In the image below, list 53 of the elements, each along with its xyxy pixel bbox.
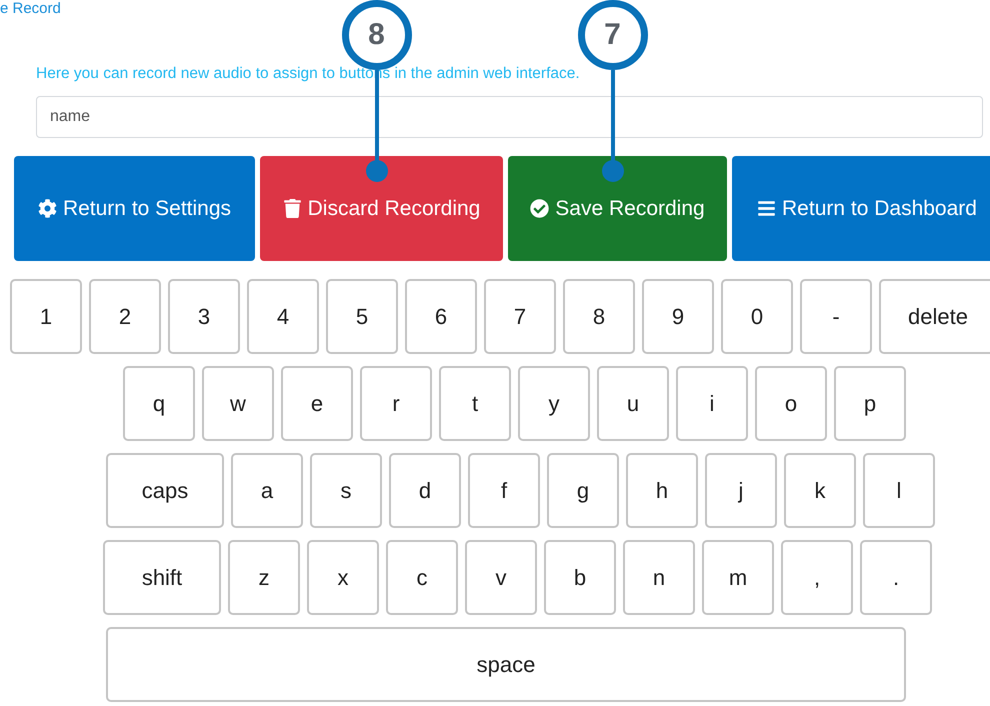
dashboard-button[interactable]: Return to Dashboard xyxy=(732,156,990,261)
name-field[interactable]: name xyxy=(36,96,983,138)
keyboard-key[interactable]: c xyxy=(386,540,458,615)
keyboard-key[interactable]: 3 xyxy=(168,279,240,354)
keyboard-key[interactable]: e xyxy=(281,366,353,441)
keyboard-key[interactable]: 6 xyxy=(405,279,477,354)
keyboard-key[interactable]: s xyxy=(310,453,382,528)
keyboard-key[interactable]: space xyxy=(106,627,906,702)
keyboard-key[interactable]: v xyxy=(465,540,537,615)
keyboard-key[interactable]: 9 xyxy=(642,279,714,354)
keyboard-key[interactable]: 0 xyxy=(721,279,793,354)
keyboard-key[interactable]: g xyxy=(547,453,619,528)
keyboard-key[interactable]: l xyxy=(863,453,935,528)
keyboard-key[interactable]: u xyxy=(597,366,669,441)
keyboard-key[interactable]: 8 xyxy=(563,279,635,354)
callout-marker: 7 xyxy=(578,0,648,70)
keyboard-key[interactable]: 4 xyxy=(247,279,319,354)
trash-icon xyxy=(282,199,302,218)
save-button[interactable]: Save Recording xyxy=(508,156,727,261)
keyboard-key[interactable]: , xyxy=(781,540,853,615)
keyboard-key[interactable]: o xyxy=(755,366,827,441)
keyboard-key[interactable]: w xyxy=(202,366,274,441)
keyboard-key[interactable]: a xyxy=(231,453,303,528)
keyboard-key[interactable]: 7 xyxy=(484,279,556,354)
keyboard-key[interactable]: m xyxy=(702,540,774,615)
keyboard-key[interactable]: k xyxy=(784,453,856,528)
keyboard-key[interactable]: - xyxy=(800,279,872,354)
breadcrumb-link[interactable]: e Record xyxy=(0,0,61,17)
keyboard-key[interactable]: t xyxy=(439,366,511,441)
discard-button[interactable]: Discard Recording xyxy=(260,156,503,261)
keyboard-key[interactable]: z xyxy=(228,540,300,615)
keyboard-key[interactable]: y xyxy=(518,366,590,441)
keyboard-key[interactable]: delete xyxy=(879,279,990,354)
keyboard-key[interactable]: b xyxy=(544,540,616,615)
keyboard-key[interactable]: caps xyxy=(106,453,224,528)
keyboard-key[interactable]: i xyxy=(676,366,748,441)
keyboard-key[interactable]: n xyxy=(623,540,695,615)
keyboard-key[interactable]: . xyxy=(860,540,932,615)
keyboard-key[interactable]: q xyxy=(123,366,195,441)
keyboard-key[interactable]: d xyxy=(389,453,461,528)
keyboard-key[interactable]: shift xyxy=(103,540,221,615)
keyboard-key[interactable]: f xyxy=(468,453,540,528)
keyboard-key[interactable]: 5 xyxy=(326,279,398,354)
settings-button[interactable]: Return to Settings xyxy=(14,156,255,261)
keyboard-key[interactable]: 1 xyxy=(10,279,82,354)
keyboard-key[interactable]: r xyxy=(360,366,432,441)
keyboard-key[interactable]: p xyxy=(834,366,906,441)
gear-icon xyxy=(38,199,57,218)
keyboard-key[interactable]: h xyxy=(626,453,698,528)
keyboard-key[interactable]: x xyxy=(307,540,379,615)
keyboard-key[interactable]: j xyxy=(705,453,777,528)
keyboard-key[interactable]: 2 xyxy=(89,279,161,354)
menu-icon xyxy=(757,199,776,218)
